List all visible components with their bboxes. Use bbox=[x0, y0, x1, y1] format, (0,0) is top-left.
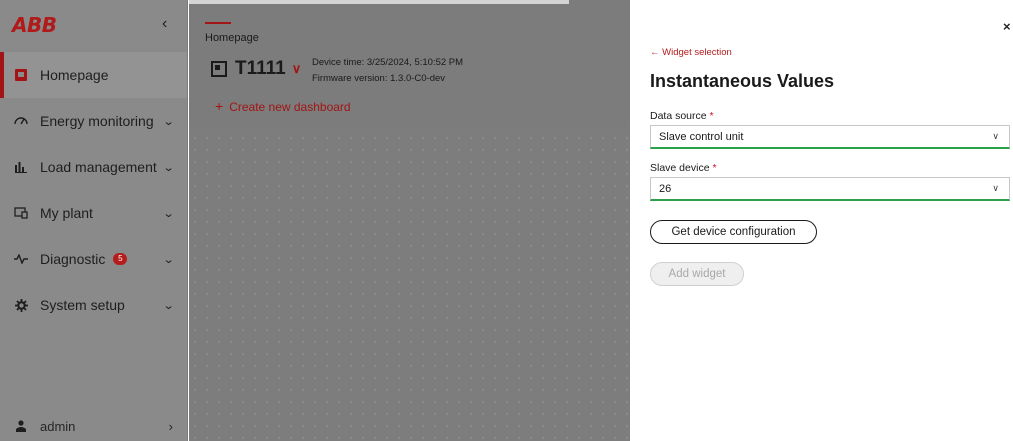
collapse-sidebar-button[interactable]: ‹ bbox=[162, 15, 167, 33]
arrow-left-icon: ← bbox=[650, 47, 663, 58]
sidebar-item-label: Diagnostic bbox=[40, 251, 106, 267]
required-mark: * bbox=[712, 162, 717, 174]
back-link-label: Widget selection bbox=[662, 47, 732, 58]
data-source-label-text: Data source bbox=[650, 110, 707, 122]
sidebar-item-load-management[interactable]: Load management ⌄ bbox=[0, 144, 187, 190]
notification-badge: 5 bbox=[113, 253, 128, 265]
data-source-label: Data source * bbox=[650, 110, 714, 122]
sidebar-item-label: Energy monitoring bbox=[40, 113, 154, 129]
abb-logo: ABB bbox=[12, 13, 57, 37]
home-icon bbox=[12, 68, 30, 82]
sidebar-item-label: System setup bbox=[40, 297, 125, 313]
sidebar-item-label: My plant bbox=[40, 205, 93, 221]
data-source-value: Slave control unit bbox=[659, 130, 744, 143]
user-icon bbox=[12, 419, 30, 433]
device-info: Device time: 3/25/2024, 5:10:52 PM Firmw… bbox=[312, 55, 463, 87]
sidebar-item-diagnostic[interactable]: Diagnostic 5 ⌄ bbox=[0, 236, 187, 282]
create-dashboard-label: Create new dashboard bbox=[229, 100, 351, 114]
breadcrumb: Homepage bbox=[205, 32, 259, 44]
sidebar-item-system-setup[interactable]: System setup ⌄ bbox=[0, 282, 187, 328]
sidebar-item-label: Homepage bbox=[40, 67, 109, 83]
firmware-version: Firmware version: 1.3.0-C0-dev bbox=[312, 73, 446, 84]
chevron-down-icon: ∨ bbox=[992, 131, 999, 141]
top-strip bbox=[189, 0, 569, 4]
tab-accent bbox=[205, 22, 231, 24]
device-icon bbox=[211, 61, 227, 77]
slave-device-value: 26 bbox=[659, 182, 672, 195]
energy-icon bbox=[12, 114, 30, 128]
sidebar-item-my-plant[interactable]: My plant ⌄ bbox=[0, 190, 187, 236]
chevron-down-icon: ⌄ bbox=[162, 115, 175, 128]
slave-device-label-text: Slave device bbox=[650, 162, 710, 174]
slave-device-label: Slave device * bbox=[650, 162, 717, 174]
dashboard-area: Homepage T1111 ∨ Device time: 3/25/2024,… bbox=[189, 0, 630, 441]
dashboard-header: Homepage T1111 ∨ Device time: 3/25/2024,… bbox=[189, 0, 630, 127]
create-dashboard-link[interactable]: + Create new dashboard bbox=[215, 98, 351, 114]
chevron-down-icon: ∨ bbox=[992, 183, 999, 193]
pulse-icon bbox=[12, 252, 30, 266]
device-selector[interactable]: T1111 ∨ bbox=[211, 58, 301, 80]
chevron-down-icon: ∨ bbox=[291, 61, 302, 76]
plus-icon: + bbox=[215, 98, 224, 114]
sidebar-item-energy-monitoring[interactable]: Energy monitoring ⌄ bbox=[0, 98, 187, 144]
device-time: Device time: 3/25/2024, 5:10:52 PM bbox=[312, 57, 464, 68]
sidebar: ABB ‹ Homepage Energy monitoring ⌄ Load … bbox=[0, 0, 188, 441]
required-mark: * bbox=[709, 110, 714, 122]
user-menu[interactable]: admin › bbox=[0, 411, 187, 441]
widget-selection-back-link[interactable]: ← Widget selection bbox=[650, 47, 732, 58]
get-device-configuration-button[interactable]: Get device configuration bbox=[650, 220, 817, 244]
gear-icon bbox=[12, 298, 30, 312]
logo-row: ABB ‹ bbox=[0, 0, 187, 52]
close-icon[interactable]: × bbox=[1003, 19, 1011, 34]
chevron-down-icon: ⌄ bbox=[162, 207, 175, 220]
device-id-label: T1111 bbox=[235, 58, 286, 79]
username: admin bbox=[40, 418, 76, 434]
chevron-down-icon: ⌄ bbox=[162, 253, 175, 266]
chevron-right-icon: › bbox=[168, 418, 173, 434]
plant-icon bbox=[12, 206, 30, 220]
slave-device-select[interactable]: 26 ∨ bbox=[650, 177, 1010, 201]
data-source-select[interactable]: Slave control unit ∨ bbox=[650, 125, 1010, 149]
sidebar-item-label: Load management bbox=[40, 159, 157, 175]
widget-config-panel: × ← Widget selection Instantaneous Value… bbox=[630, 0, 1013, 441]
chevron-down-icon: ⌄ bbox=[162, 299, 175, 312]
chevron-down-icon: ⌄ bbox=[162, 161, 175, 174]
sidebar-item-homepage[interactable]: Homepage bbox=[0, 52, 187, 98]
add-widget-button[interactable]: Add widget bbox=[650, 262, 744, 286]
panel-title: Instantaneous Values bbox=[650, 71, 835, 91]
load-chart-icon bbox=[12, 160, 30, 174]
